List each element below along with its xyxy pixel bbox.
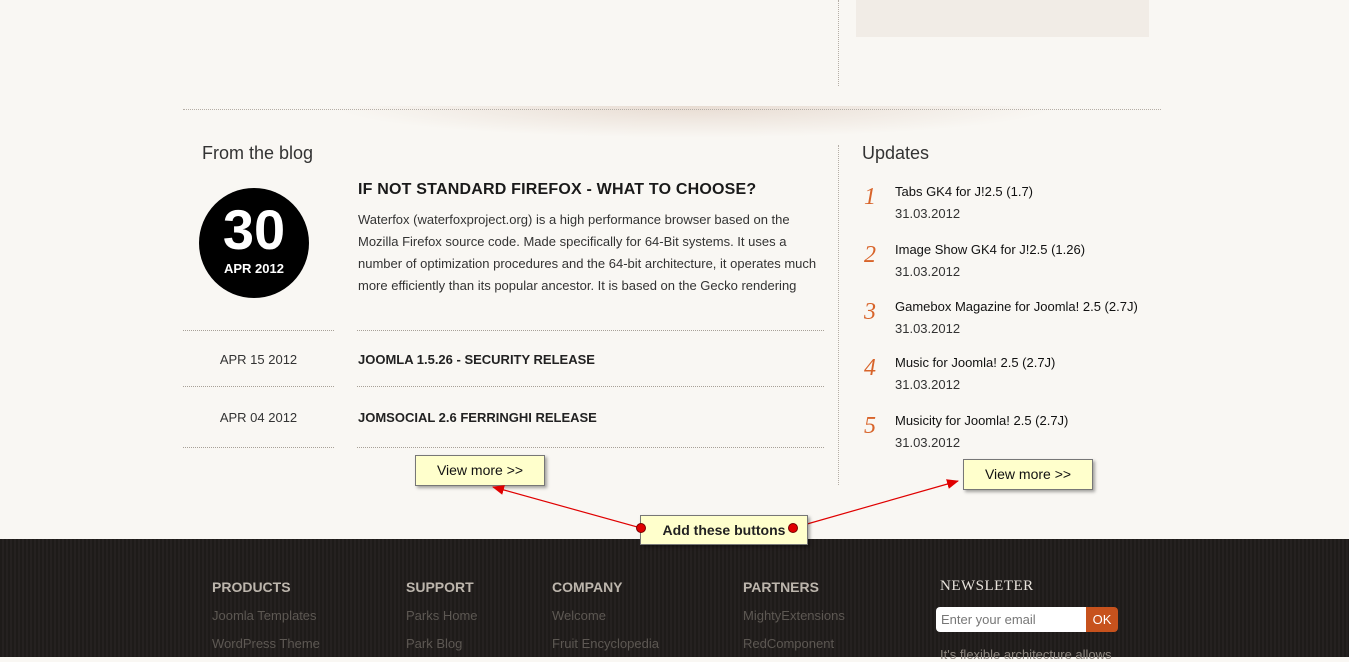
update-date: 31.03.2012 <box>895 206 961 221</box>
footer-link[interactable]: MightyExtensions <box>743 608 845 623</box>
update-number: 3 <box>864 299 876 325</box>
footer-link[interactable]: WordPress Theme <box>212 636 320 651</box>
footer-link[interactable]: Park Blog <box>406 636 462 651</box>
update-title-link[interactable]: Music for Joomla! 2.5 (2.7J) <box>895 355 1055 370</box>
annotation-callout: Add these buttons <box>640 515 808 545</box>
arrow-start-dot <box>788 523 798 533</box>
newsletter-email-input[interactable] <box>936 607 1086 632</box>
top-content-box <box>856 0 1149 37</box>
divider <box>357 330 824 331</box>
blog-section-title: From the blog <box>202 143 314 163</box>
footer-heading-partners: PARTNERS <box>743 579 819 595</box>
newsletter-ok-button[interactable]: OK <box>1086 607 1118 632</box>
update-number: 5 <box>864 413 876 439</box>
update-title-link[interactable]: Image Show GK4 for J!2.5 (1.26) <box>895 242 1085 257</box>
column-divider-top <box>838 0 839 86</box>
divider <box>183 447 334 448</box>
arrow-to-blog-button <box>492 485 642 529</box>
update-title-link[interactable]: Tabs GK4 for J!2.5 (1.7) <box>895 184 1033 199</box>
update-date: 31.03.2012 <box>895 321 961 336</box>
footer <box>0 539 1349 657</box>
footer-heading-products: PRODUCTS <box>212 579 291 595</box>
blog-view-more-button[interactable]: View more >> <box>415 455 545 486</box>
column-divider <box>838 145 839 485</box>
featured-post-title[interactable]: IF NOT STANDARD FIREFOX - WHAT TO CHOOSE… <box>358 181 756 199</box>
update-date: 31.03.2012 <box>895 264 961 279</box>
newsletter-description: It's flexible architecture allows <box>940 647 1112 662</box>
footer-link[interactable]: Welcome <box>552 608 606 623</box>
post-title-link[interactable]: JOOMLA 1.5.26 - SECURITY RELEASE <box>358 352 595 367</box>
footer-link[interactable]: Fruit Encyclopedia <box>552 636 659 651</box>
featured-post-excerpt: Waterfox (waterfoxproject.org) is a high… <box>358 212 817 293</box>
update-date: 31.03.2012 <box>895 377 961 392</box>
post-date: APR 15 2012 <box>219 352 298 367</box>
divider <box>183 330 334 331</box>
post-title-link[interactable]: JOMSOCIAL 2.6 FERRINGHI RELEASE <box>358 410 597 425</box>
update-number: 4 <box>864 355 876 381</box>
divider <box>357 386 824 387</box>
update-number: 1 <box>864 184 876 210</box>
section-divider <box>183 109 1161 110</box>
update-title-link[interactable]: Musicity for Joomla! 2.5 (2.7J) <box>895 413 1068 428</box>
footer-heading-company: COMPANY <box>552 579 623 595</box>
footer-link[interactable]: RedComponent <box>743 636 834 651</box>
footer-heading-support: SUPPORT <box>406 579 474 595</box>
footer-link[interactable]: Parks Home <box>406 608 478 623</box>
featured-day: 30 <box>222 198 286 261</box>
updates-section-title: Updates <box>862 143 930 163</box>
footer-link[interactable]: Joomla Templates <box>212 608 317 623</box>
featured-month-year: APR 2012 <box>224 261 284 276</box>
divider <box>183 386 334 387</box>
update-date: 31.03.2012 <box>895 435 961 450</box>
newsletter-heading: NEWSLETER <box>940 578 1034 594</box>
post-date: APR 04 2012 <box>219 410 298 425</box>
featured-date-badge: 30 APR 2012 <box>199 188 309 298</box>
section-shadow <box>330 106 1060 138</box>
divider <box>357 447 824 448</box>
arrow-to-updates-button <box>792 479 959 529</box>
update-number: 2 <box>864 242 876 268</box>
arrow-start-dot <box>636 523 646 533</box>
update-title-link[interactable]: Gamebox Magazine for Joomla! 2.5 (2.7J) <box>895 299 1138 314</box>
updates-view-more-button[interactable]: View more >> <box>963 459 1093 490</box>
